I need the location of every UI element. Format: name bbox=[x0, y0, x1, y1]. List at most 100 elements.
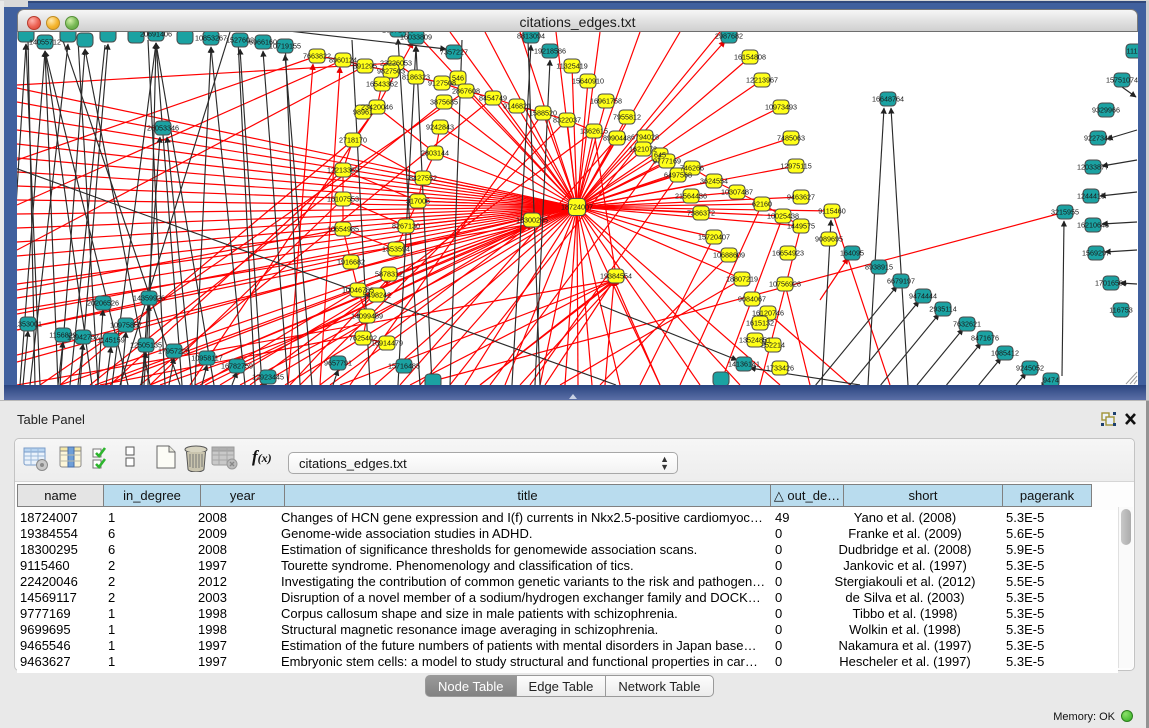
svg-text:9463627: 9463627 bbox=[787, 193, 815, 202]
svg-text:7663822: 7663822 bbox=[303, 52, 331, 61]
svg-text:18807219: 18807219 bbox=[726, 275, 758, 284]
svg-text:8427552: 8427552 bbox=[409, 174, 437, 183]
svg-text:9474444: 9474444 bbox=[909, 292, 937, 301]
svg-text:1733426: 1733426 bbox=[766, 364, 794, 373]
svg-text:16961758: 16961758 bbox=[590, 97, 622, 106]
svg-text:2718170: 2718170 bbox=[339, 136, 367, 145]
svg-text:5498242: 5498242 bbox=[363, 291, 391, 300]
svg-text:16107553: 16107553 bbox=[327, 195, 359, 204]
svg-text:10975857: 10975857 bbox=[110, 321, 142, 330]
svg-text:17957225: 17957225 bbox=[158, 347, 190, 356]
svg-text:16210643: 16210643 bbox=[1077, 221, 1109, 230]
svg-text:2803144: 2803144 bbox=[421, 149, 449, 158]
svg-text:16543362: 16543362 bbox=[366, 80, 398, 89]
svg-text:9084067: 9084067 bbox=[738, 295, 766, 304]
svg-text:8938915: 8938915 bbox=[865, 263, 893, 272]
svg-text:1353001: 1353001 bbox=[17, 320, 42, 329]
svg-text:546: 546 bbox=[452, 74, 464, 83]
svg-text:891295: 891295 bbox=[353, 62, 377, 71]
svg-text:18724007: 18724007 bbox=[561, 203, 593, 212]
svg-text:98961: 98961 bbox=[353, 108, 373, 117]
svg-text:2867608: 2867608 bbox=[452, 87, 480, 96]
svg-text:9827503: 9827503 bbox=[377, 67, 405, 76]
svg-text:10654985: 10654985 bbox=[327, 225, 359, 234]
svg-text:317006: 317006 bbox=[406, 197, 430, 206]
svg-text:164095: 164095 bbox=[840, 249, 864, 258]
svg-text:3875685: 3875685 bbox=[430, 98, 458, 107]
svg-text:12033877: 12033877 bbox=[1077, 163, 1109, 172]
svg-text:9777169: 9777169 bbox=[653, 157, 681, 166]
svg-text:7955812: 7955812 bbox=[613, 113, 641, 122]
svg-text:5878312: 5878312 bbox=[375, 270, 403, 279]
svg-text:15640910: 15640910 bbox=[572, 77, 604, 86]
svg-text:9329966: 9329966 bbox=[1092, 106, 1120, 115]
svg-text:16033809: 16033809 bbox=[400, 33, 432, 42]
svg-text:2987682: 2987682 bbox=[715, 32, 743, 41]
svg-text:62160: 62160 bbox=[752, 200, 772, 209]
svg-text:10688609: 10688609 bbox=[713, 251, 745, 260]
svg-text:16782759: 16782759 bbox=[221, 362, 253, 371]
svg-text:10853267: 10853267 bbox=[195, 34, 227, 43]
svg-text:12942757: 12942757 bbox=[67, 333, 99, 342]
svg-text:9474: 9474 bbox=[1043, 376, 1059, 385]
svg-text:1615132: 1615132 bbox=[746, 319, 774, 328]
svg-text:9089695: 9089695 bbox=[815, 235, 843, 244]
svg-text:10756928: 10756928 bbox=[769, 280, 801, 289]
svg-text:1449575: 1449575 bbox=[787, 222, 815, 231]
svg-text:9245052: 9245052 bbox=[1016, 364, 1044, 373]
svg-text:2935114: 2935114 bbox=[929, 305, 956, 314]
svg-text:9227343: 9227343 bbox=[1084, 134, 1112, 143]
svg-text:14099489: 14099489 bbox=[351, 312, 383, 321]
svg-text:1621072: 1621072 bbox=[629, 145, 657, 154]
svg-text:7386372: 7386372 bbox=[687, 209, 715, 218]
svg-text:8322037: 8322037 bbox=[553, 116, 581, 125]
svg-text:15720407: 15720407 bbox=[698, 233, 730, 242]
svg-text:7357227: 7357227 bbox=[440, 48, 468, 57]
svg-text:17016504: 17016504 bbox=[1095, 279, 1127, 288]
svg-text:1569297: 1569297 bbox=[1082, 249, 1110, 258]
svg-text:8267130: 8267130 bbox=[392, 222, 420, 231]
svg-text:1112: 1112 bbox=[1127, 47, 1138, 56]
svg-text:8990448: 8990448 bbox=[603, 134, 631, 143]
svg-text:12213967: 12213967 bbox=[746, 76, 778, 85]
svg-text:7632621: 7632621 bbox=[953, 320, 981, 329]
svg-text:16914479: 16914479 bbox=[371, 339, 403, 348]
svg-text:19218586: 19218586 bbox=[534, 47, 566, 56]
svg-text:16648764: 16648764 bbox=[872, 95, 904, 104]
svg-text:18300295: 18300295 bbox=[516, 216, 548, 225]
svg-text:14359926: 14359926 bbox=[133, 294, 165, 303]
svg-text:19384554: 19384554 bbox=[600, 272, 632, 281]
svg-text:14055712: 14055712 bbox=[29, 38, 61, 47]
svg-text:14136141: 14136141 bbox=[728, 360, 760, 369]
svg-text:10307487: 10307487 bbox=[721, 188, 753, 197]
svg-text:1244415: 1244415 bbox=[1077, 192, 1105, 201]
svg-text:10973493: 10973493 bbox=[765, 103, 797, 112]
svg-text:1353594: 1353594 bbox=[382, 245, 410, 254]
svg-text:9657791: 9657791 bbox=[324, 359, 352, 368]
svg-text:116753: 116753 bbox=[1109, 306, 1132, 315]
svg-text:15716485: 15716485 bbox=[388, 362, 420, 371]
svg-text:16154808: 16154808 bbox=[734, 53, 766, 62]
svg-text:1145159: 1145159 bbox=[97, 336, 124, 345]
svg-text:8813094: 8813094 bbox=[517, 32, 545, 41]
svg-text:10958117: 10958117 bbox=[191, 354, 222, 363]
svg-text:9115460: 9115460 bbox=[818, 207, 845, 216]
svg-text:6794028: 6794028 bbox=[631, 133, 659, 142]
svg-text:6679197: 6679197 bbox=[887, 277, 915, 286]
svg-text:15751074: 15751074 bbox=[1106, 76, 1138, 85]
svg-text:16654923: 16654923 bbox=[772, 249, 804, 258]
svg-text:7485063: 7485063 bbox=[777, 134, 805, 143]
svg-text:11325419: 11325419 bbox=[556, 62, 587, 71]
svg-text:1085412: 1085412 bbox=[991, 349, 1019, 358]
svg-text:9242843: 9242843 bbox=[426, 123, 454, 132]
svg-text:12975115: 12975115 bbox=[780, 162, 811, 171]
svg-text:746266: 746266 bbox=[680, 164, 704, 173]
svg-text:20206526: 20206526 bbox=[87, 299, 119, 308]
svg-text:8186323: 8186323 bbox=[402, 73, 430, 82]
svg-text:10719155: 10719155 bbox=[269, 42, 301, 51]
svg-text:3624554: 3624554 bbox=[700, 177, 728, 186]
svg-text:12923445: 12923445 bbox=[252, 373, 284, 382]
svg-text:3215955: 3215955 bbox=[1051, 208, 1079, 217]
svg-text:20053346: 20053346 bbox=[147, 124, 179, 133]
svg-text:9146821: 9146821 bbox=[503, 102, 531, 111]
